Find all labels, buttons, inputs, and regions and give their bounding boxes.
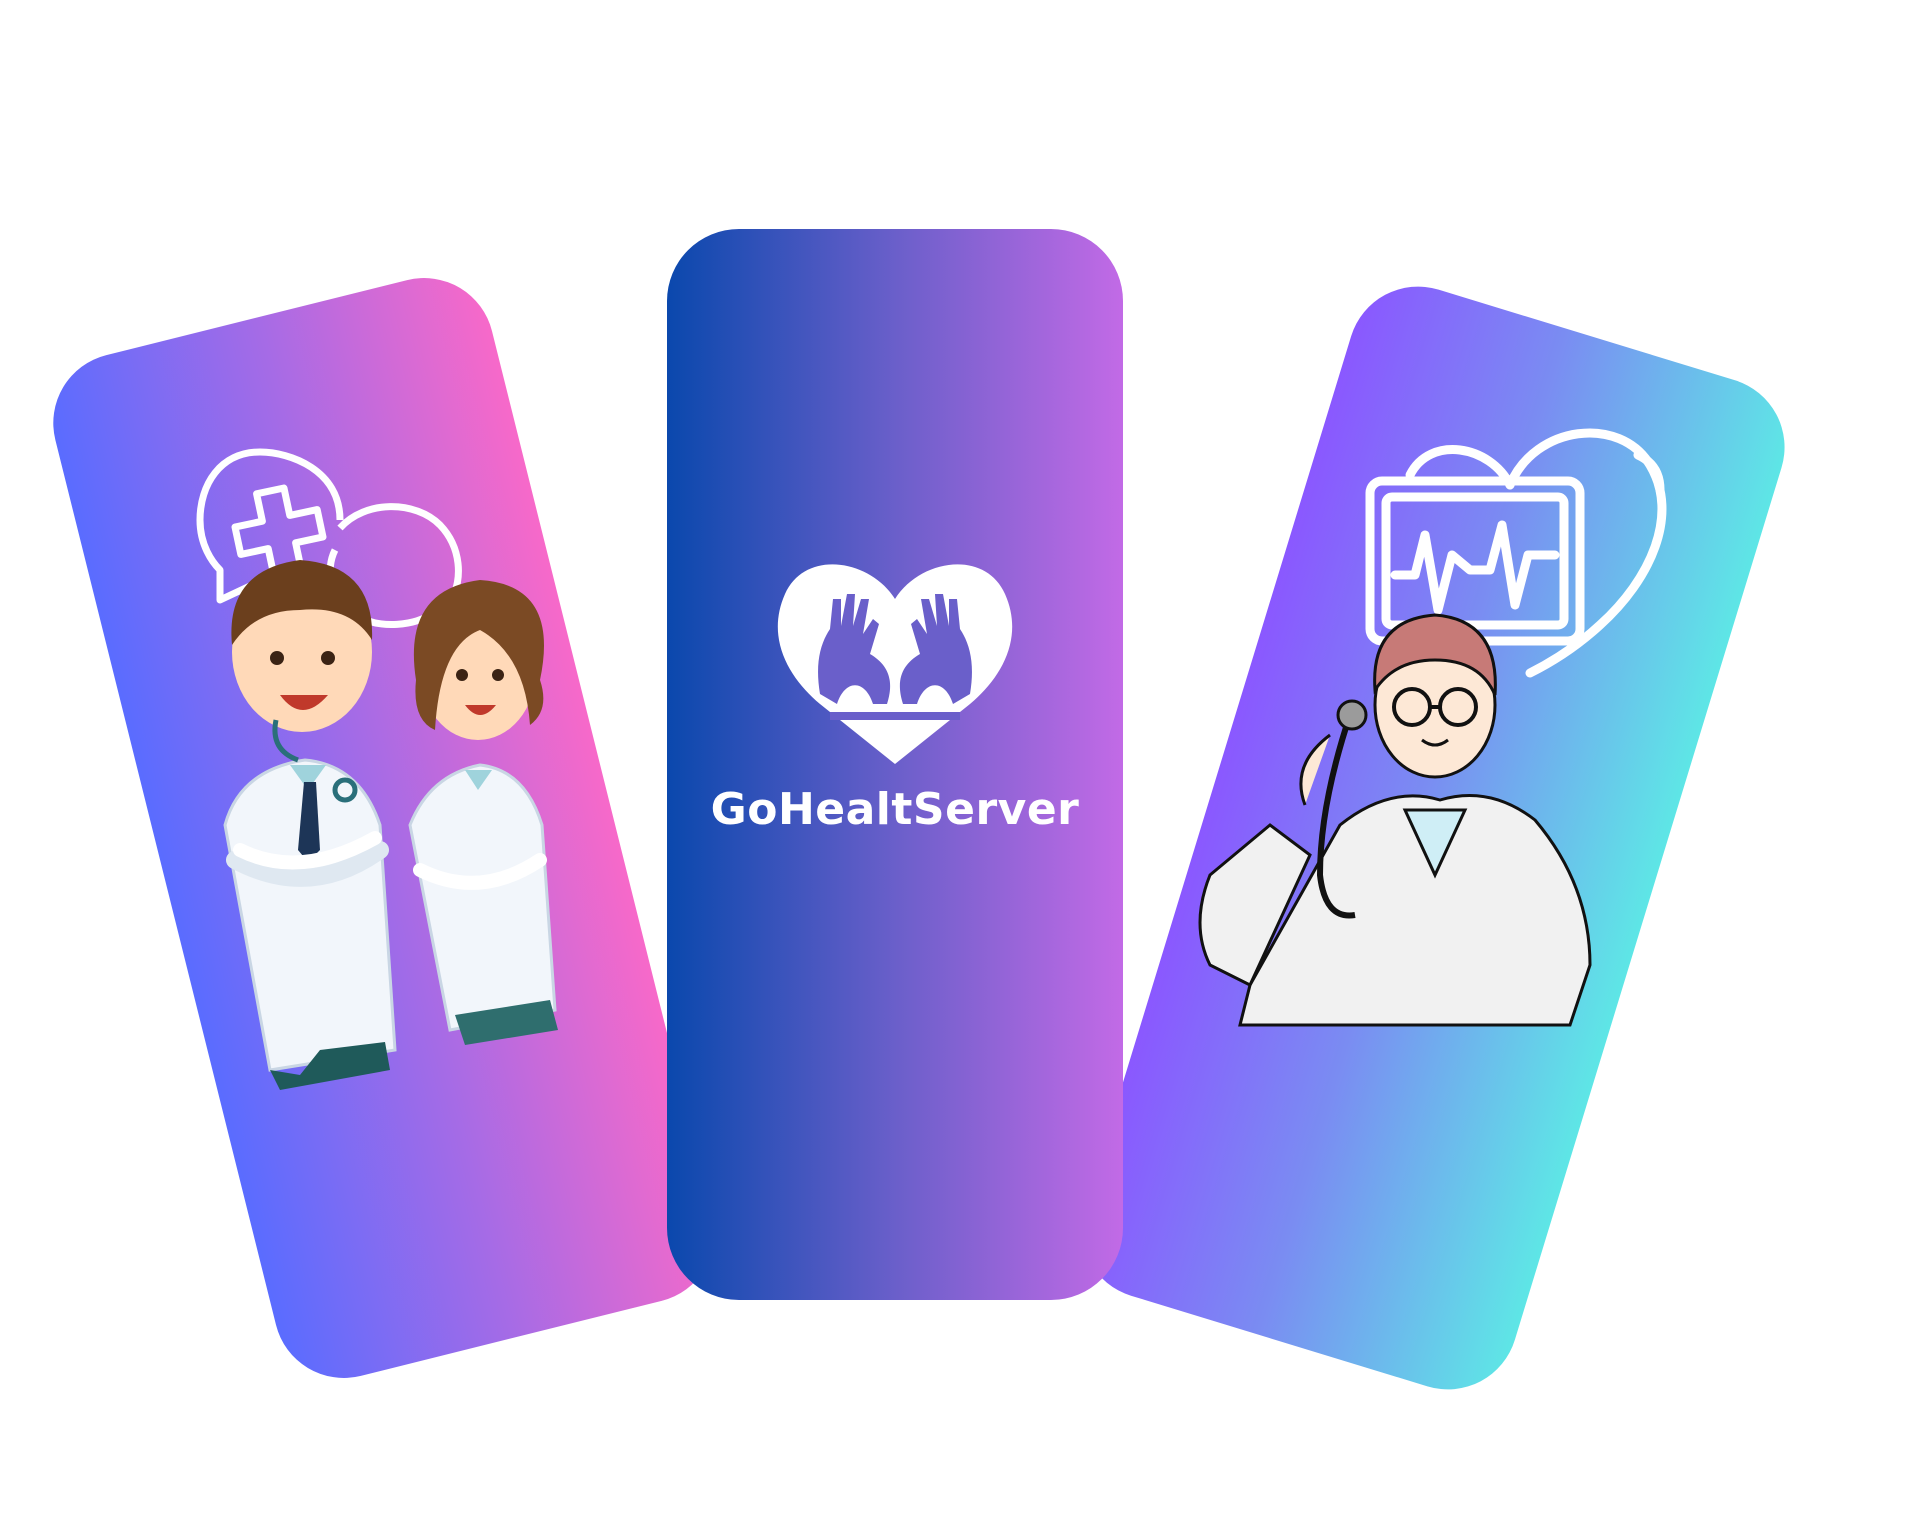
showcase-stage: GoHealtServer bbox=[0, 0, 1928, 1513]
center-phone-card: GoHealtServer bbox=[667, 229, 1123, 1300]
female-doctor-illustration bbox=[408, 580, 558, 1045]
heart-hands-icon bbox=[777, 564, 1013, 764]
right-card-artwork bbox=[1198, 428, 1667, 1027]
male-doctor-illustration bbox=[223, 560, 397, 1090]
brand-name: GoHealtServer bbox=[710, 784, 1080, 835]
left-card-artwork bbox=[196, 448, 558, 1090]
